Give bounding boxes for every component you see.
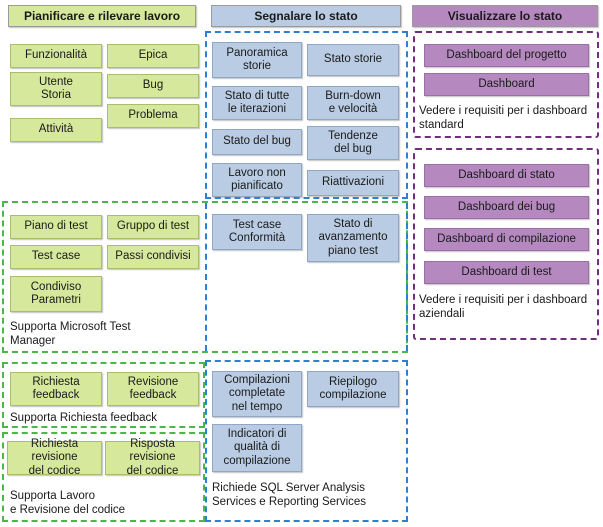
report-tendenze-del-bug[interactable]: Tendenze del bug: [307, 126, 399, 160]
dashboard-del-progetto[interactable]: Dashboard del progetto: [424, 44, 589, 67]
dashboard-dei-bug[interactable]: Dashboard dei bug: [424, 196, 589, 219]
test-item-test-case[interactable]: Test case: [10, 245, 102, 269]
dashboard[interactable]: Dashboard: [424, 73, 589, 96]
note-supporta-lavoro-revisione: Supporta Lavoro e Revisione del codice: [10, 490, 126, 516]
work-item-utente-storia[interactable]: Utente Storia: [10, 72, 102, 106]
test-item-condiviso-parametri[interactable]: Condiviso Parametri: [10, 276, 102, 312]
report-stato-iterazioni[interactable]: Stato di tutte le iterazioni: [212, 86, 302, 120]
work-item-attivita[interactable]: Attività: [10, 118, 102, 142]
report-burndown-velocita[interactable]: Burn-down e velocità: [307, 86, 399, 120]
feedback-item-richiesta[interactable]: Richiesta feedback: [10, 372, 102, 406]
test-item-passi-condivisi[interactable]: Passi condivisi: [107, 245, 199, 269]
feedback-item-revisione[interactable]: Revisione feedback: [107, 372, 199, 406]
dashboard-di-test[interactable]: Dashboard di test: [424, 261, 589, 284]
work-item-funzionalita[interactable]: Funzionalità: [10, 44, 102, 68]
report-riepilogo-compilazione[interactable]: Riepilogo compilazione: [307, 371, 399, 407]
column-header-report: Segnalare lo stato: [211, 5, 401, 27]
code-review-item-richiesta[interactable]: Richiesta revisione del codice: [7, 438, 102, 477]
report-lavoro-non-pianificato[interactable]: Lavoro non pianificato: [212, 163, 302, 197]
diagram-canvas: Pianificare e rilevare lavoro Segnalare …: [0, 0, 603, 527]
column-header-visualize: Visualizzare lo stato: [412, 5, 598, 27]
note-supporta-mtm: Supporta Microsoft Test Manager: [10, 321, 131, 347]
note-supporta-richiesta-feedback: Supporta Richiesta feedback: [10, 412, 158, 424]
note-requisiti-dashboard-standard: Vedere i requisiti per i dashboard stand…: [419, 105, 588, 131]
test-item-piano-di-test[interactable]: Piano di test: [10, 215, 102, 239]
column-header-plan: Pianificare e rilevare lavoro: [8, 5, 196, 27]
note-requisiti-dashboard-aziendali: Vedere i requisiti per i dashboard azien…: [419, 294, 588, 320]
work-item-problema[interactable]: Problema: [107, 104, 199, 128]
work-item-epica[interactable]: Epica: [107, 44, 199, 68]
report-riattivazioni[interactable]: Riattivazioni: [307, 170, 399, 196]
report-test-case-conformita[interactable]: Test case Conformità: [212, 214, 302, 250]
report-panoramica-storie[interactable]: Panoramica storie: [212, 42, 302, 78]
report-stato-storie[interactable]: Stato storie: [307, 44, 399, 76]
dashboard-di-stato[interactable]: Dashboard di stato: [424, 164, 589, 187]
report-stato-avanzamento-piano-test[interactable]: Stato di avanzamento piano test: [307, 214, 399, 262]
test-item-gruppo-di-test[interactable]: Gruppo di test: [107, 215, 199, 239]
note-richiede-sql-server: Richiede SQL Server Analysis Services e …: [212, 482, 367, 508]
report-compilazioni-completate[interactable]: Compilazioni completate nel tempo: [212, 371, 302, 417]
dashboard-di-compilazione[interactable]: Dashboard di compilazione: [424, 228, 589, 251]
work-item-bug[interactable]: Bug: [107, 74, 199, 98]
code-review-item-risposta[interactable]: Risposta revisione del codice: [105, 438, 200, 477]
report-indicatori-qualita[interactable]: Indicatori di qualità di compilazione: [212, 424, 302, 472]
report-stato-del-bug[interactable]: Stato del bug: [212, 129, 302, 155]
